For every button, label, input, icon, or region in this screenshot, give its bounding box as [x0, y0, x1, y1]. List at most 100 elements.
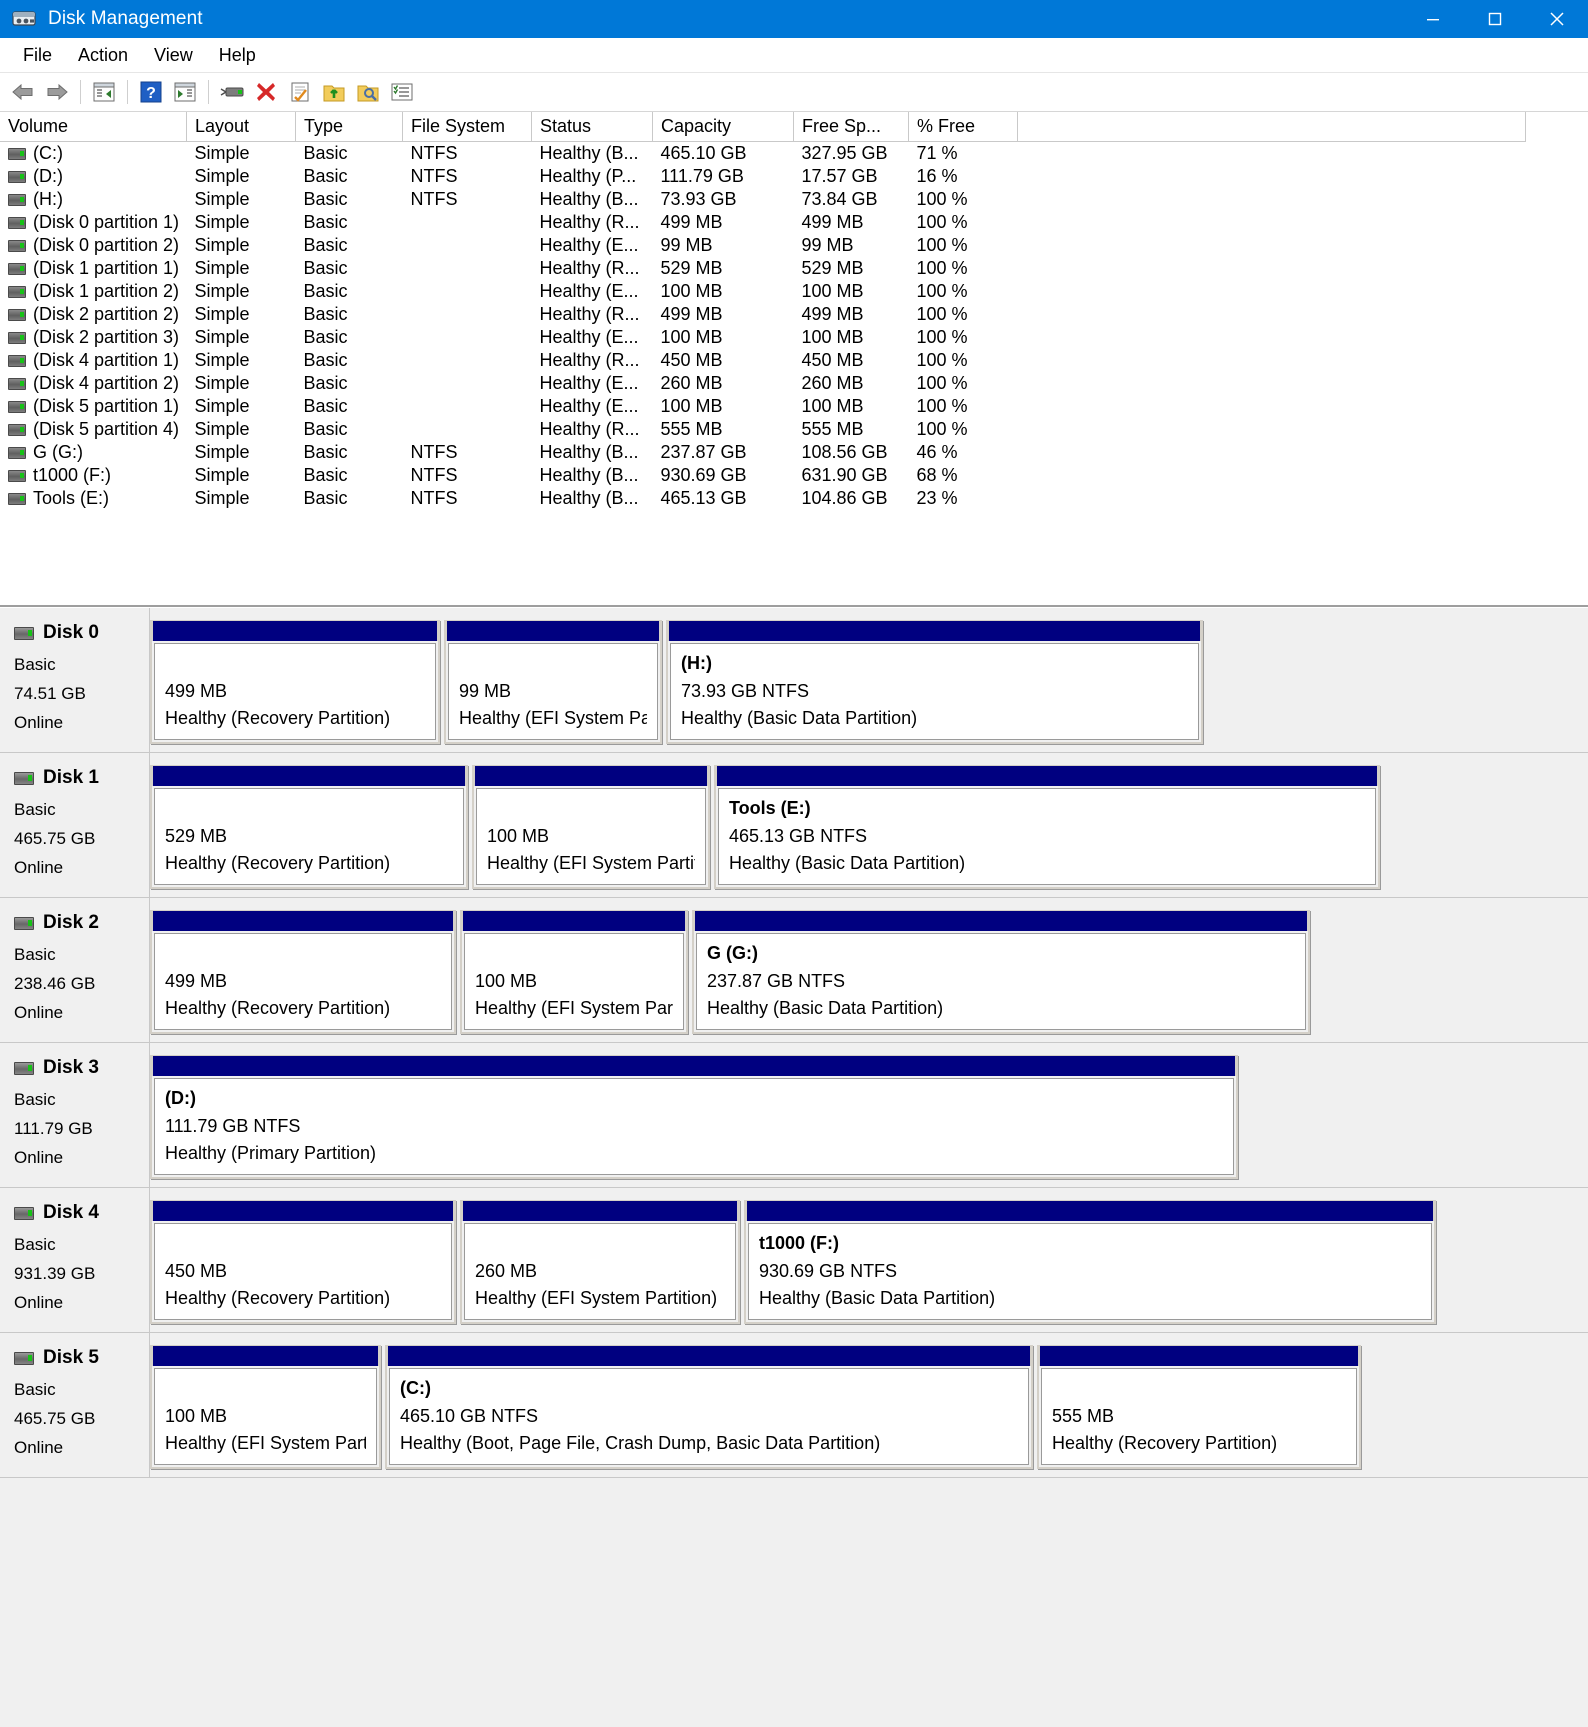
- table-row[interactable]: Tools (E:) Simple Basic NTFS Healthy (B... 46…: [0, 487, 1526, 510]
- table-row[interactable]: (C:) Simple Basic NTFS Healthy (B... 465.10 G…: [0, 142, 1526, 166]
- partition-size: 499 MB: [165, 971, 228, 991]
- table-row[interactable]: (Disk 2 partition 2) Simple Basic Healthy (…: [0, 303, 1526, 326]
- table-row[interactable]: (Disk 5 partition 4) Simple Basic Healthy (…: [0, 418, 1526, 441]
- partition-block[interactable]: 100 MB Healthy (EFI System Partition: [460, 910, 688, 1034]
- column-header-capacity[interactable]: Capacity: [652, 112, 794, 142]
- partition-block[interactable]: Tools (E:) 465.13 GB NTFS Healthy (Basic D…: [714, 765, 1380, 889]
- disk-partitions: 100 MB Healthy (EFI System Partition) (C:)…: [150, 1333, 1588, 1477]
- table-row[interactable]: (Disk 4 partition 1) Simple Basic Healthy (…: [0, 349, 1526, 372]
- table-row[interactable]: (Disk 4 partition 2) Simple Basic Healthy (…: [0, 372, 1526, 395]
- cell-free_space: 555 MB: [801, 419, 864, 439]
- partition-label: [165, 1378, 366, 1400]
- list-view-icon[interactable]: [386, 77, 418, 107]
- table-row[interactable]: (Disk 0 partition 2) Simple Basic Healthy (…: [0, 234, 1526, 257]
- column-header-status[interactable]: Status: [531, 112, 653, 142]
- disk-row[interactable]: Disk 0 Basic 74.51 GB Online 499 MB Healthy …: [0, 608, 1588, 753]
- help-icon[interactable]: ?: [135, 77, 167, 107]
- disk-info-panel[interactable]: Disk 3 Basic 111.79 GB Online: [0, 1043, 150, 1187]
- volume-disk-icon: [8, 332, 26, 344]
- partition-block[interactable]: 555 MB Healthy (Recovery Partition): [1037, 1345, 1361, 1469]
- minimize-button[interactable]: [1402, 0, 1464, 38]
- disk-row[interactable]: Disk 4 Basic 931.39 GB Online 450 MB Healthy…: [0, 1188, 1588, 1333]
- cell-free_space: 100 MB: [801, 396, 864, 416]
- disk-info-panel[interactable]: Disk 1 Basic 465.75 GB Online: [0, 753, 150, 897]
- column-header-type[interactable]: Type: [295, 112, 403, 142]
- column-header-file-system[interactable]: File System: [402, 112, 532, 142]
- table-row[interactable]: (Disk 5 partition 1) Simple Basic Healthy (…: [0, 395, 1526, 418]
- partition-block[interactable]: 260 MB Healthy (EFI System Partition): [460, 1200, 740, 1324]
- cell-volume: (Disk 2 partition 2): [0, 303, 187, 326]
- partition-block[interactable]: (D:) 111.79 GB NTFS Healthy (Primary Parti…: [150, 1055, 1238, 1179]
- table-row[interactable]: (Disk 1 partition 1) Simple Basic Healthy (…: [0, 257, 1526, 280]
- partition-block[interactable]: (C:) 465.10 GB NTFS Healthy (Boot, Page Fi…: [385, 1345, 1033, 1469]
- column-header-pct-free[interactable]: % Free: [908, 112, 1018, 142]
- table-row[interactable]: G (G:) Simple Basic NTFS Healthy (B... 237.87…: [0, 441, 1526, 464]
- partition-block[interactable]: 100 MB Healthy (EFI System Partition): [150, 1345, 381, 1469]
- properties-icon[interactable]: [284, 77, 316, 107]
- menu-help[interactable]: Help: [206, 43, 269, 68]
- cell-pct_free: 100 %: [916, 235, 968, 255]
- partition-block[interactable]: 450 MB Healthy (Recovery Partition): [150, 1200, 456, 1324]
- partition-size: 111.79 GB NTFS: [165, 1116, 301, 1136]
- forward-icon[interactable]: [41, 77, 73, 107]
- cell-pct_free: 100 %: [916, 419, 968, 439]
- column-header-volume[interactable]: Volume: [0, 112, 187, 142]
- disk-drive-icon: [14, 626, 34, 640]
- cell-layout: Simple: [194, 419, 250, 439]
- table-row[interactable]: (Disk 1 partition 2) Simple Basic Healthy (…: [0, 280, 1526, 303]
- cell-filler: [1018, 441, 1526, 464]
- partition-block[interactable]: 529 MB Healthy (Recovery Partition): [150, 765, 468, 889]
- volume-list-pane[interactable]: Volume Layout Type File System Status Ca…: [0, 112, 1588, 607]
- disk-row[interactable]: Disk 3 Basic 111.79 GB Online (D:) 111.79 GB …: [0, 1043, 1588, 1188]
- table-row[interactable]: t1000 (F:) Simple Basic NTFS Healthy (B... 93…: [0, 464, 1526, 487]
- cell-volume: (Disk 1 partition 1): [0, 257, 187, 280]
- partition-block[interactable]: 100 MB Healthy (EFI System Partition): [472, 765, 710, 889]
- extend-volume-icon[interactable]: [318, 77, 350, 107]
- table-row[interactable]: (Disk 2 partition 3) Simple Basic Healthy (…: [0, 326, 1526, 349]
- explore-volume-icon[interactable]: [352, 77, 384, 107]
- close-button[interactable]: [1526, 0, 1588, 38]
- menu-action[interactable]: Action: [65, 43, 141, 68]
- disk-row[interactable]: Disk 1 Basic 465.75 GB Online 529 MB Healthy…: [0, 753, 1588, 898]
- column-header-free-space[interactable]: Free Sp...: [793, 112, 909, 142]
- partition-status: Healthy (EFI System Partition): [475, 1288, 718, 1308]
- partition-block[interactable]: 99 MB Healthy (EFI System Partitic: [444, 620, 662, 744]
- partition-usage-bar: [152, 1055, 1236, 1076]
- cell-type: Basic: [303, 258, 348, 278]
- back-icon[interactable]: [7, 77, 39, 107]
- column-header-layout[interactable]: Layout: [186, 112, 296, 142]
- partition-block[interactable]: t1000 (F:) 930.69 GB NTFS Healthy (Basic D…: [744, 1200, 1436, 1324]
- disk-info-panel[interactable]: Disk 0 Basic 74.51 GB Online: [0, 608, 150, 752]
- table-row[interactable]: (H:) Simple Basic NTFS Healthy (B... 73.93 GB…: [0, 188, 1526, 211]
- disk-info-panel[interactable]: Disk 5 Basic 465.75 GB Online: [0, 1333, 150, 1477]
- maximize-button[interactable]: [1464, 0, 1526, 38]
- disk-info-panel[interactable]: Disk 2 Basic 238.46 GB Online: [0, 898, 150, 1042]
- partition-block[interactable]: (H:) 73.93 GB NTFS Healthy (Basic Data Par…: [666, 620, 1203, 744]
- show-hide-console-tree-icon[interactable]: [88, 77, 120, 107]
- cell-capacity: 111.79 GB: [660, 166, 744, 186]
- delete-volume-icon[interactable]: [250, 77, 282, 107]
- table-row[interactable]: (D:) Simple Basic NTFS Healthy (P... 111.79 G…: [0, 165, 1526, 188]
- partition-size: 499 MB: [165, 681, 228, 701]
- cell-file_system: [403, 395, 532, 418]
- partition-size: 529 MB: [165, 826, 228, 846]
- column-header-filler: [1017, 112, 1526, 142]
- table-row[interactable]: (Disk 0 partition 1) Simple Basic Healthy (…: [0, 211, 1526, 234]
- partition-block[interactable]: G (G:) 237.87 GB NTFS Healthy (Basic Data …: [692, 910, 1310, 1034]
- disk-row[interactable]: Disk 2 Basic 238.46 GB Online 499 MB Healthy…: [0, 898, 1588, 1043]
- disk-name-label: Disk 3: [43, 1057, 99, 1078]
- menu-view[interactable]: View: [141, 43, 206, 68]
- volume-name-label: (Disk 4 partition 2): [33, 373, 180, 393]
- disk-info-panel[interactable]: Disk 4 Basic 931.39 GB Online: [0, 1188, 150, 1332]
- partition-block[interactable]: 499 MB Healthy (Recovery Partition): [150, 910, 456, 1034]
- cell-layout: Simple: [194, 304, 250, 324]
- graphical-disk-view[interactable]: Disk 0 Basic 74.51 GB Online 499 MB Healthy …: [0, 607, 1588, 1727]
- disk-row[interactable]: Disk 5 Basic 465.75 GB Online 100 MB Healthy…: [0, 1333, 1588, 1478]
- show-hide-action-pane-icon[interactable]: [169, 77, 201, 107]
- menu-file[interactable]: File: [10, 43, 65, 68]
- rescan-disks-icon[interactable]: [216, 77, 248, 107]
- partition-block[interactable]: 499 MB Healthy (Recovery Partition): [150, 620, 440, 744]
- cell-pct_free: 100 %: [916, 327, 968, 347]
- volume-name-label: (Disk 2 partition 2): [33, 304, 180, 324]
- cell-type: Basic: [303, 304, 348, 324]
